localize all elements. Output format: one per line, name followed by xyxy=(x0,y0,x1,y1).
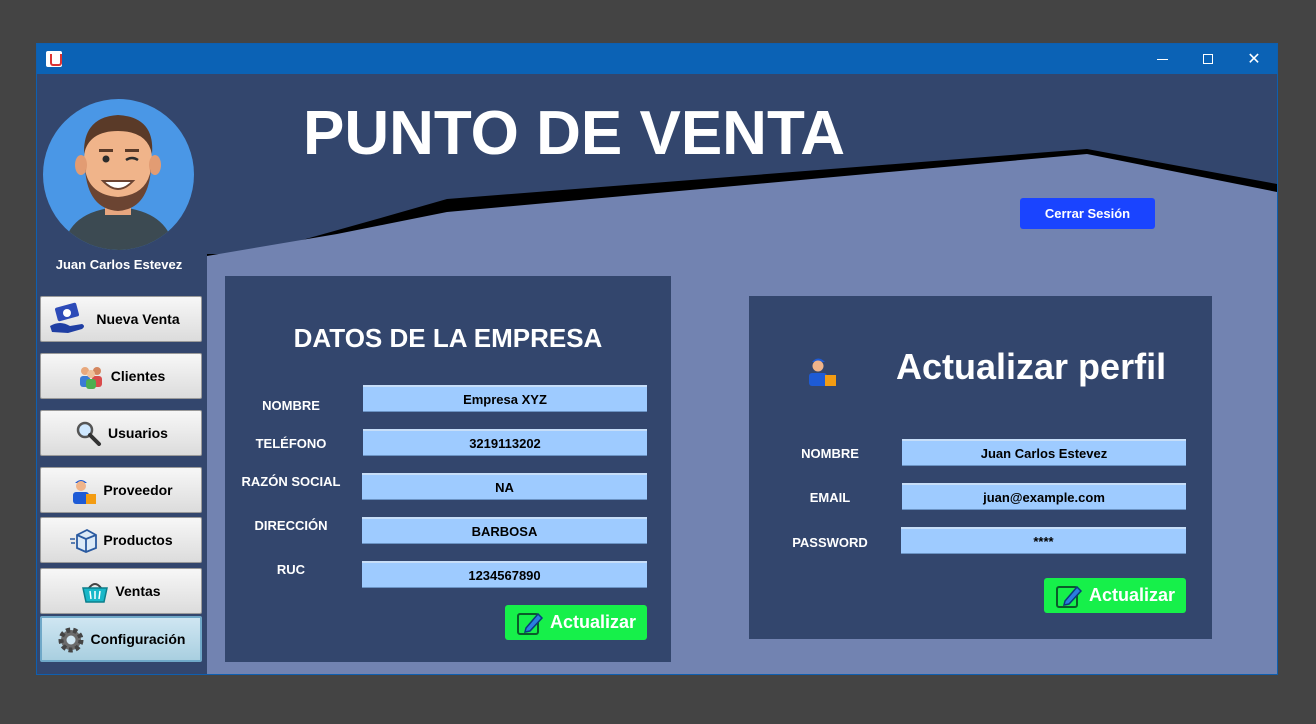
sidebar-item-configuracion[interactable]: Configuración xyxy=(40,616,202,662)
sidebar-item-label: Usuarios xyxy=(108,425,168,441)
sidebar-item-label: Ventas xyxy=(115,583,161,599)
profile-password-field[interactable]: **** xyxy=(901,527,1186,554)
page-title: PUNTO DE VENTA xyxy=(303,99,845,168)
sidebar-item-label: Clientes xyxy=(110,368,166,384)
maximize-button[interactable] xyxy=(1185,44,1231,74)
profile-password-label: PASSWORD xyxy=(792,535,868,550)
minimize-icon xyxy=(1156,58,1168,60)
company-panel: DATOS DE LA EMPRESA NOMBRE Empresa XYZ T… xyxy=(225,276,671,662)
sidebar-item-label: Productos xyxy=(103,532,173,548)
sidebar-item-label: Configuración xyxy=(90,631,186,647)
sidebar-item-label: Nueva Venta xyxy=(96,311,180,327)
profile-email-label: EMAIL xyxy=(809,490,851,505)
company-ruc-field[interactable]: 1234567890 xyxy=(362,561,647,588)
company-update-button[interactable]: Actualizar xyxy=(505,605,647,640)
sidebar-item-productos[interactable]: Productos xyxy=(40,517,202,563)
company-address-label: DIRECCIÓN xyxy=(254,518,328,533)
sidebar-item-ventas[interactable]: Ventas xyxy=(40,568,202,614)
profile-update-label: Actualizar xyxy=(1088,585,1176,605)
user-avatar xyxy=(43,99,194,250)
edit-icon xyxy=(516,610,544,636)
sidebar-item-label: Proveedor xyxy=(103,482,173,498)
sidebar-item-clientes[interactable]: Clientes xyxy=(40,353,202,399)
app-window: ✕ Juan Carlos Estevez Nueva Venta Client… xyxy=(36,43,1278,675)
basket-icon xyxy=(81,578,109,604)
sidebar-item-usuarios[interactable]: Usuarios xyxy=(40,410,202,456)
sidebar-item-proveedor[interactable]: Proveedor xyxy=(40,467,202,513)
company-update-label: Actualizar xyxy=(549,612,637,632)
company-name-field[interactable]: Empresa XYZ xyxy=(363,385,647,412)
company-razon-social-label: RAZÓN SOCIAL xyxy=(241,474,341,489)
minimize-button[interactable] xyxy=(1139,44,1185,74)
box-icon xyxy=(69,527,98,553)
profile-update-button[interactable]: Actualizar xyxy=(1044,578,1186,613)
magnifier-icon xyxy=(74,420,102,446)
company-phone-field[interactable]: 3219113202 xyxy=(363,429,647,456)
profile-panel: Actualizar perfil NOMBRE Juan Carlos Est… xyxy=(749,296,1212,639)
company-name-label: NOMBRE xyxy=(262,398,320,413)
company-panel-title: DATOS DE LA EMPRESA xyxy=(293,323,603,353)
customers-icon xyxy=(77,363,105,389)
profile-email-field[interactable]: juan@example.com xyxy=(902,483,1186,510)
main-content: Juan Carlos Estevez Nueva Venta Clientes… xyxy=(37,74,1277,674)
company-phone-label: TELÉFONO xyxy=(255,436,327,451)
man-avatar-icon xyxy=(63,115,174,250)
delivery-person-icon xyxy=(69,477,97,504)
company-ruc-label: RUC xyxy=(276,562,306,577)
company-address-field[interactable]: BARBOSA xyxy=(362,517,647,544)
maximize-icon xyxy=(1203,54,1213,64)
profile-panel-title: Actualizar perfil xyxy=(896,346,1167,387)
profile-name-field[interactable]: Juan Carlos Estevez xyxy=(902,439,1186,466)
profile-name-label: NOMBRE xyxy=(801,446,859,461)
logout-button[interactable]: Cerrar Sesión xyxy=(1020,198,1155,229)
sidebar-item-nueva-venta[interactable]: Nueva Venta xyxy=(40,296,202,342)
edit-icon xyxy=(1055,583,1083,609)
title-bar: ✕ xyxy=(37,44,1277,74)
delivery-person-icon xyxy=(805,354,839,388)
java-app-icon xyxy=(46,51,62,67)
close-icon: ✕ xyxy=(1247,49,1261,68)
gear-icon xyxy=(57,626,85,653)
money-hand-icon xyxy=(50,302,90,333)
company-razon-social-field[interactable]: NA xyxy=(362,473,647,500)
close-button[interactable]: ✕ xyxy=(1231,44,1277,74)
user-name: Juan Carlos Estevez xyxy=(55,257,183,272)
